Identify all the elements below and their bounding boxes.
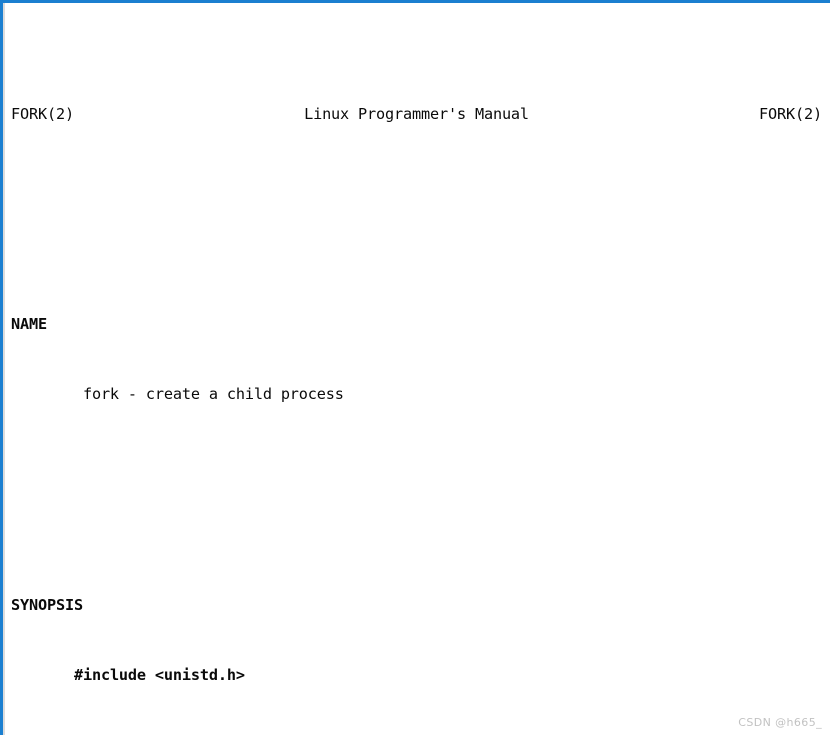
- name-body: fork - create a child process: [3, 383, 830, 406]
- manpage-header: FORK(2) Linux Programmer's Manual FORK(2…: [3, 103, 830, 126]
- section-heading-synopsis: SYNOPSIS: [11, 596, 83, 615]
- manpage-content: FORK(2) Linux Programmer's Manual FORK(2…: [3, 3, 830, 735]
- name-body-text: fork - create a child process: [82, 385, 344, 404]
- manpage-viewport: FORK(2) Linux Programmer's Manual FORK(2…: [0, 0, 830, 735]
- header-center-title: Linux Programmer's Manual: [304, 104, 529, 123]
- synopsis-include: #include <unistd.h>: [3, 664, 830, 687]
- header-right-title: FORK(2): [759, 104, 822, 123]
- header-left-title: FORK(2): [11, 104, 74, 123]
- csdn-watermark: CSDN @h665_: [738, 716, 822, 729]
- synopsis-include-text: #include <unistd.h>: [73, 666, 245, 685]
- section-heading-name: NAME: [11, 315, 47, 334]
